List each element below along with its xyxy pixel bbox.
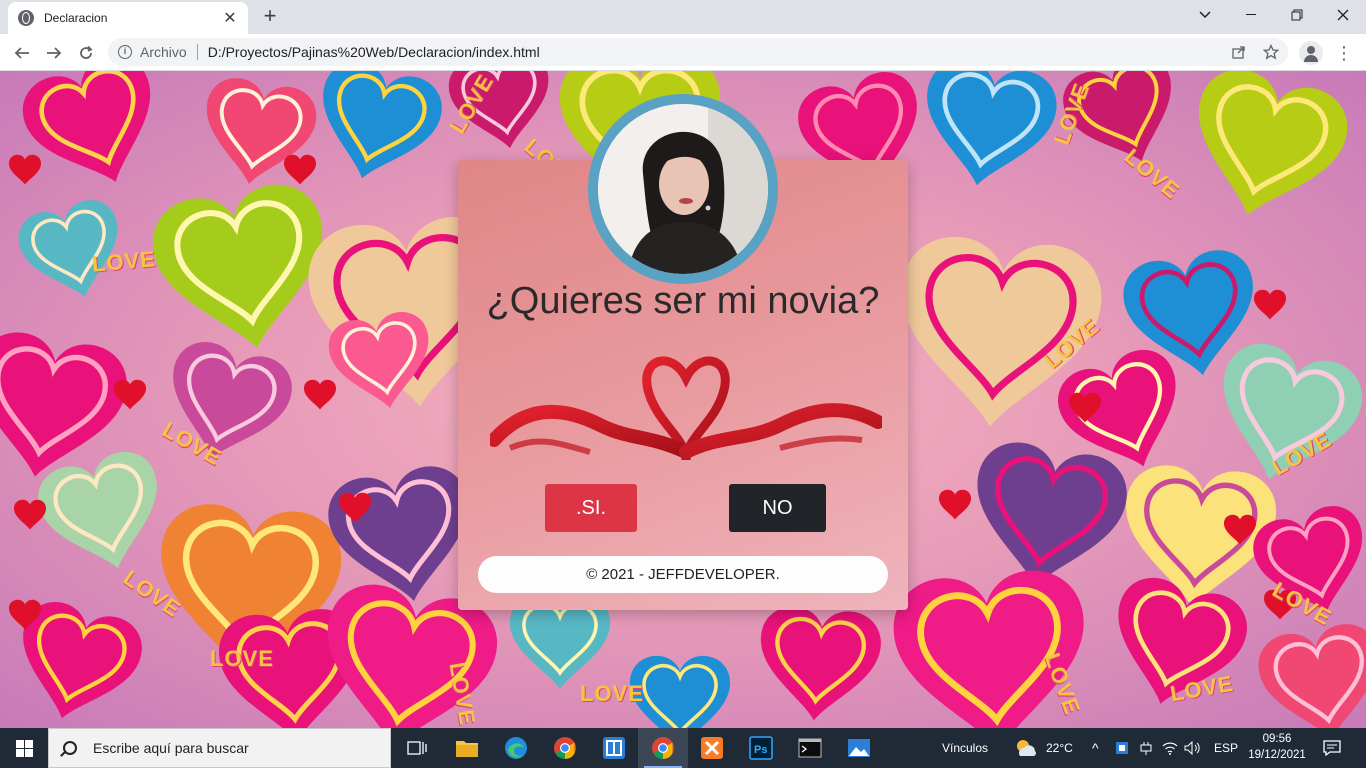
wallpaper-heart bbox=[13, 71, 177, 205]
chrome-active-icon[interactable] bbox=[649, 734, 677, 762]
edge-browser-icon[interactable] bbox=[502, 734, 530, 762]
clock-date: 19/12/2021 bbox=[1248, 749, 1306, 761]
power-plug-icon[interactable] bbox=[1136, 734, 1156, 762]
window-close-icon[interactable] bbox=[1320, 0, 1366, 30]
chrome-icon[interactable] bbox=[551, 734, 579, 762]
remote-desktop-icon[interactable] bbox=[600, 734, 628, 762]
small-red-heart bbox=[13, 499, 47, 530]
temperature-text: 22°C bbox=[1046, 741, 1073, 755]
wallpaper-heart bbox=[153, 334, 299, 474]
no-button[interactable]: NO bbox=[729, 484, 826, 532]
wallpaper-heart bbox=[31, 444, 177, 584]
browser-toolbar: i Archivo D:/Proyectos/Pajinas%20Web/Dec… bbox=[0, 34, 1366, 71]
windows-taskbar: Escribe aquí para buscar Ps Vínculos 22°… bbox=[0, 728, 1366, 768]
address-separator bbox=[196, 44, 198, 60]
profile-avatar-icon[interactable] bbox=[1299, 41, 1323, 65]
windows-logo-icon bbox=[15, 739, 33, 757]
close-tab-icon[interactable]: ✕ bbox=[222, 8, 238, 28]
love-word: LOVE bbox=[580, 681, 644, 706]
wallpaper-heart bbox=[303, 71, 449, 194]
small-red-heart bbox=[1253, 289, 1287, 320]
tab-search-icon[interactable] bbox=[1182, 0, 1228, 30]
wallpaper-heart bbox=[754, 603, 884, 726]
weather-icon[interactable] bbox=[1012, 734, 1040, 762]
taskbar-clock[interactable]: 09:56 19/12/2021 bbox=[1244, 731, 1310, 763]
task-view-icon[interactable] bbox=[403, 734, 431, 762]
wallpaper-heart bbox=[1174, 71, 1357, 235]
heart-ribbon-image bbox=[490, 356, 882, 461]
yes-button[interactable]: .SI. bbox=[545, 484, 637, 532]
forward-arrow-icon[interactable] bbox=[40, 39, 68, 67]
info-icon[interactable]: i bbox=[118, 45, 132, 59]
avatar-photo bbox=[598, 104, 768, 274]
page-title: ¿Quieres ser mi novia? bbox=[486, 280, 880, 322]
wallpaper-heart bbox=[912, 71, 1063, 197]
tab-title: Declaracion bbox=[44, 11, 108, 25]
small-red-heart bbox=[303, 379, 337, 410]
back-arrow-icon[interactable] bbox=[8, 39, 36, 67]
love-word: LOVE bbox=[90, 246, 157, 277]
photos-icon[interactable] bbox=[845, 734, 873, 762]
love-word: LOVE bbox=[210, 646, 274, 671]
share-icon[interactable] bbox=[1229, 42, 1249, 62]
volume-icon[interactable] bbox=[1183, 734, 1203, 762]
minimize-icon[interactable] bbox=[1228, 0, 1274, 30]
browser-tab[interactable]: Declaracion ✕ bbox=[8, 2, 248, 34]
wallpaper-heart bbox=[629, 655, 731, 728]
bookmark-star-icon[interactable] bbox=[1261, 42, 1281, 62]
photoshop-icon[interactable]: Ps bbox=[747, 734, 775, 762]
start-button[interactable] bbox=[0, 728, 48, 768]
network-share-icon[interactable] bbox=[1112, 734, 1132, 762]
footer-copyright: © 2021 - JEFFDEVELOPER. bbox=[478, 556, 888, 593]
xampp-icon[interactable] bbox=[698, 734, 726, 762]
address-bar[interactable]: i Archivo D:/Proyectos/Pajinas%20Web/Dec… bbox=[108, 38, 1288, 66]
more-menu-icon[interactable]: ⋮ bbox=[1334, 41, 1354, 65]
url-text[interactable]: D:/Proyectos/Pajinas%20Web/Declaracion/i… bbox=[208, 44, 540, 60]
wifi-icon[interactable] bbox=[1160, 734, 1180, 762]
search-icon bbox=[63, 741, 77, 755]
small-red-heart bbox=[283, 154, 317, 185]
input-language[interactable]: ESP bbox=[1214, 728, 1238, 768]
globe-icon bbox=[18, 10, 34, 26]
reload-icon[interactable] bbox=[72, 39, 100, 67]
search-placeholder: Escribe aquí para buscar bbox=[93, 740, 249, 756]
terminal-icon[interactable] bbox=[796, 734, 824, 762]
new-tab-button[interactable]: + bbox=[258, 4, 282, 28]
wallpaper-heart bbox=[1253, 619, 1366, 728]
file-explorer-icon[interactable] bbox=[453, 734, 481, 762]
tray-chevron-icon[interactable]: ^ bbox=[1092, 728, 1099, 768]
tab-strip: Declaracion ✕ + bbox=[0, 0, 1366, 34]
small-red-heart bbox=[8, 154, 42, 185]
restore-icon[interactable] bbox=[1274, 0, 1320, 30]
small-red-heart bbox=[938, 489, 972, 520]
svg-text:Ps: Ps bbox=[754, 744, 767, 756]
notifications-icon[interactable] bbox=[1322, 738, 1342, 758]
links-toolbar-label[interactable]: Vínculos bbox=[942, 728, 988, 768]
taskbar-search[interactable]: Escribe aquí para buscar bbox=[48, 728, 391, 768]
clock-time: 09:56 bbox=[1262, 733, 1292, 745]
scheme-label: Archivo bbox=[140, 44, 187, 60]
